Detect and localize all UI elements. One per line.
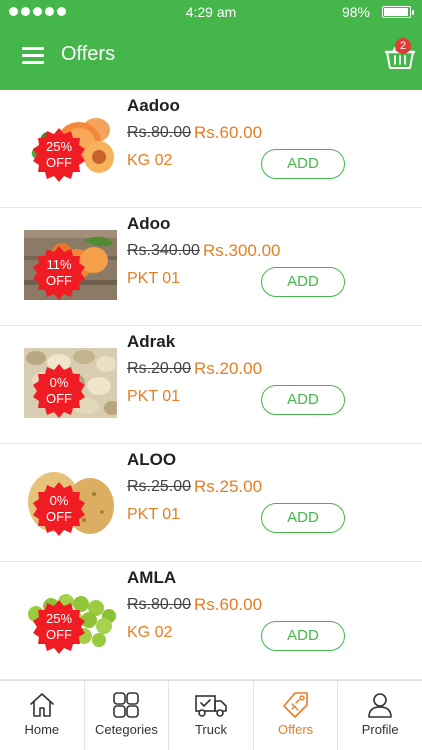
nav-home-label: Home: [24, 722, 60, 737]
offer-price: Rs.20.00: [194, 359, 263, 378]
product-name: ALOO: [127, 450, 177, 469]
original-price: Rs.340.00: [127, 242, 200, 259]
battery-percentage: 98%: [341, 4, 370, 20]
offer-price: Rs.25.00: [194, 477, 263, 496]
discount-percent: 11%: [46, 257, 72, 272]
discount-off-label: OFF: [46, 273, 72, 288]
discount-percent: 0%: [49, 493, 69, 508]
nav-home[interactable]: Home: [0, 681, 84, 750]
discount-percent: 25%: [45, 611, 73, 626]
discount-badge: 0% OFF: [32, 364, 86, 418]
product-name: Aadoo: [127, 96, 180, 115]
product-unit: KG 02: [127, 152, 173, 169]
page-title: Offers: [61, 43, 116, 65]
bottom-navigation: Home Cetegories Truck Offers Profile: [0, 680, 422, 750]
product-unit: PKT 01: [127, 506, 181, 523]
offer-price: Rs.60.00: [194, 595, 263, 614]
status-bar: 4:29 am 98%: [0, 0, 422, 24]
discount-off-label: OFF: [46, 155, 72, 170]
product-item[interactable]: 25% OFF AMLA Rs.80.00 Rs.60.00 KG 02 ADD: [0, 562, 422, 680]
original-price: Rs.25.00: [127, 478, 192, 495]
product-name: Adrak: [127, 332, 176, 351]
nav-offers[interactable]: Offers: [252, 681, 338, 750]
nav-offers-label: Offers: [277, 722, 314, 737]
add-to-cart-button[interactable]: ADD: [261, 267, 345, 297]
original-price: Rs.80.00: [127, 124, 192, 141]
nav-truck-label: Truck: [194, 722, 227, 737]
product-item[interactable]: 25% OFF Aadoo Rs.80.00 Rs.60.00 KG 02 ADD: [0, 90, 422, 208]
offer-price: Rs.300.00: [203, 241, 281, 260]
discount-off-label: OFF: [46, 391, 72, 406]
discount-off-label: OFF: [46, 509, 72, 524]
product-item[interactable]: 0% OFF ALOO Rs.25.00 Rs.25.00 PKT 01 ADD: [0, 444, 422, 562]
discount-badge: 0% OFF: [32, 482, 86, 536]
truck-icon: [195, 695, 227, 717]
discount-badge: 11% OFF: [32, 246, 86, 300]
discount-off-label: OFF: [46, 627, 72, 642]
cart-count-badge: 2: [395, 38, 411, 54]
app-screen: 4:29 am 98% Offers 2 25% OFF Aadoo Rs.80…: [0, 0, 422, 750]
add-to-cart-button[interactable]: ADD: [261, 503, 345, 533]
product-name: Adoo: [127, 214, 171, 233]
app-header: 4:29 am 98% Offers 2: [0, 0, 422, 90]
nav-truck[interactable]: Truck: [168, 681, 253, 750]
nav-categories-label: Cetegories: [94, 722, 158, 737]
product-item[interactable]: 0% OFF Adrak Rs.20.00 Rs.20.00 PKT 01 ADD: [0, 326, 422, 444]
product-unit: KG 02: [127, 624, 173, 641]
product-item[interactable]: 11% OFF Adoo Rs.340.00 Rs.300.00 PKT 01 A…: [0, 208, 422, 326]
home-icon: [29, 693, 54, 717]
add-to-cart-button[interactable]: ADD: [261, 149, 345, 179]
discount-percent: 0%: [49, 375, 69, 390]
profile-icon: [368, 693, 392, 718]
add-to-cart-button[interactable]: ADD: [261, 385, 345, 415]
product-unit: PKT 01: [127, 270, 181, 287]
add-to-cart-button[interactable]: ADD: [261, 621, 345, 651]
product-unit: PKT 01: [127, 388, 181, 405]
grid-icon: [113, 692, 140, 718]
original-price: Rs.80.00: [127, 596, 192, 613]
battery-icon: [382, 6, 414, 18]
discount-badge: 25% OFF: [32, 600, 86, 654]
nav-profile-label: Profile: [361, 722, 399, 737]
menu-icon[interactable]: [22, 47, 44, 65]
discount-percent: 25%: [45, 139, 73, 154]
original-price: Rs.20.00: [127, 360, 192, 377]
nav-profile[interactable]: Profile: [337, 681, 422, 750]
nav-categories[interactable]: Cetegories: [83, 681, 169, 750]
discount-badge: 25% OFF: [32, 128, 86, 182]
product-name: AMLA: [127, 568, 177, 587]
offers-tag-icon: [282, 692, 308, 718]
product-list: 25% OFF Aadoo Rs.80.00 Rs.60.00 KG 02 ADD: [0, 90, 422, 680]
offer-price: Rs.60.00: [194, 123, 263, 142]
